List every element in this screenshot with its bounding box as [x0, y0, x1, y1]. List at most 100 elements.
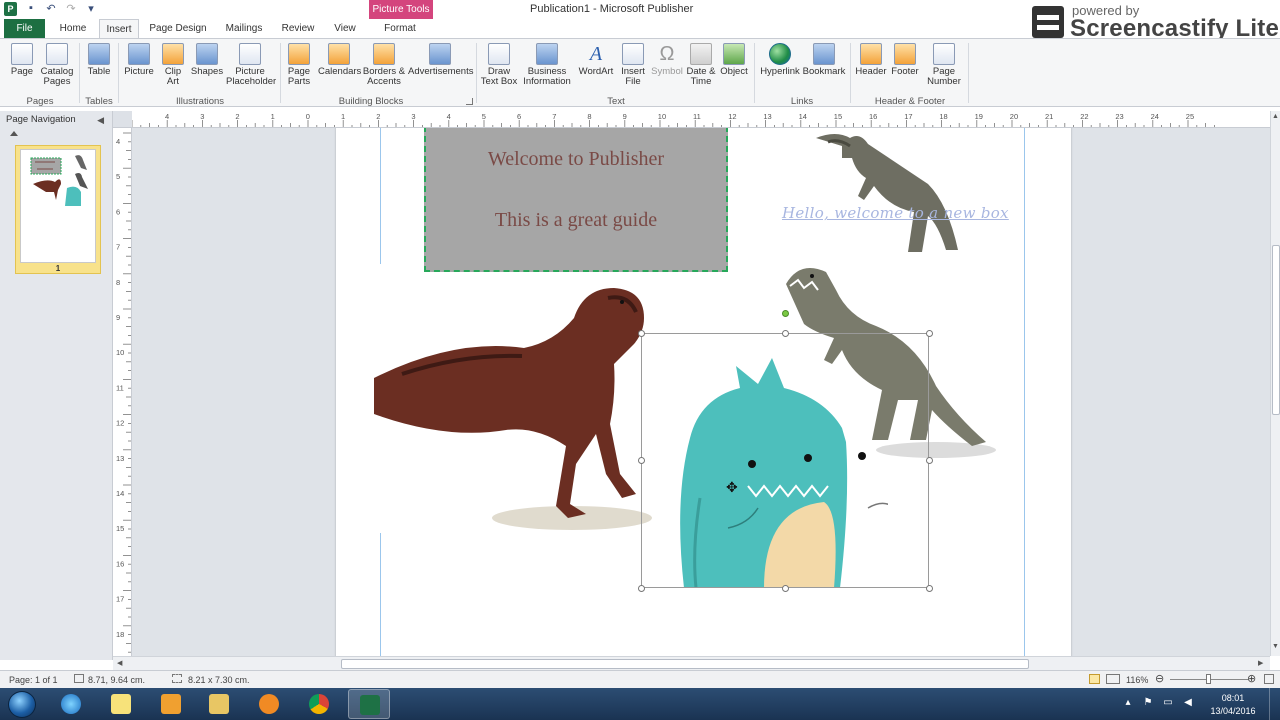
resize-handle-top-right[interactable]: [926, 330, 933, 337]
volume-icon[interactable]: ◀: [1182, 697, 1194, 709]
scroll-up-arrow-icon[interactable]: ▲: [1272, 113, 1279, 120]
taskbar-outlook[interactable]: [150, 689, 192, 719]
tab-page-design[interactable]: Page Design: [146, 19, 210, 38]
start-button-icon[interactable]: [8, 691, 36, 718]
rotation-handle[interactable]: [782, 310, 789, 317]
calendars-button[interactable]: Calendars: [318, 43, 361, 77]
clip-art-button[interactable]: Clip Art: [160, 43, 186, 87]
tab-home[interactable]: Home: [55, 19, 91, 38]
footer-button[interactable]: Footer: [888, 43, 922, 77]
sticky-notes-icon: [111, 694, 131, 714]
carnotaurus-image[interactable]: [372, 278, 672, 540]
ruler-corner[interactable]: [113, 111, 132, 128]
tab-mailings[interactable]: Mailings: [221, 19, 267, 38]
show-hidden-icons-icon[interactable]: ▴: [1122, 697, 1134, 709]
resize-handle-bottom[interactable]: [782, 585, 789, 592]
borders-accents-button[interactable]: Borders & Accents: [362, 43, 406, 87]
undo-icon[interactable]: ↶: [44, 2, 58, 17]
resize-handle-top[interactable]: [782, 330, 789, 337]
show-desktop-button[interactable]: [1269, 688, 1280, 720]
clock-date[interactable]: 13/04/2016: [1204, 706, 1262, 716]
zoom-out-icon[interactable]: ⊖: [1155, 672, 1164, 685]
collapse-pane-icon[interactable]: ◀: [97, 111, 104, 129]
page-parts-button[interactable]: Page Parts: [284, 43, 314, 87]
taskbar-sticky-notes[interactable]: [100, 689, 142, 719]
taskbar-media-player[interactable]: [248, 689, 290, 719]
ribbon-separator: [79, 43, 80, 103]
tab-format[interactable]: Format: [374, 19, 426, 38]
resize-handle-left[interactable]: [638, 457, 645, 464]
building-blocks-launcher-icon[interactable]: [466, 98, 473, 105]
trex-image-top[interactable]: [806, 128, 976, 260]
page-thumbnail[interactable]: 1: [15, 145, 101, 274]
tab-insert[interactable]: Insert: [99, 19, 139, 38]
page-button[interactable]: Page: [7, 43, 37, 77]
taskbar-publisher[interactable]: [348, 689, 390, 719]
tab-file[interactable]: File: [4, 19, 45, 38]
vertical-scroll-thumb[interactable]: [1272, 245, 1280, 415]
resize-handle-right[interactable]: [926, 457, 933, 464]
zoom-in-icon[interactable]: ⊕: [1247, 672, 1256, 685]
clock-time[interactable]: 08:01: [1208, 693, 1258, 703]
resize-handle-top-left[interactable]: [638, 330, 645, 337]
symbol-button[interactable]: Ω Symbol: [650, 43, 684, 77]
two-page-view-icon[interactable]: [1106, 674, 1120, 684]
hello-text[interactable]: Hello, welcome to a new box: [782, 204, 1009, 222]
picture-selection-frame[interactable]: [641, 333, 929, 588]
fit-page-icon[interactable]: [1264, 674, 1274, 684]
publisher-app-icon[interactable]: P: [4, 2, 17, 16]
scroll-right-arrow-icon[interactable]: ▶: [1258, 659, 1263, 667]
scroll-down-arrow-icon[interactable]: ▼: [1272, 643, 1279, 650]
picture-placeholder-button[interactable]: Picture Placeholder: [226, 43, 276, 87]
redo-icon[interactable]: ↷: [64, 2, 78, 17]
document-workspace[interactable]: Hello, welcome to a new box Welcome to P…: [132, 128, 1270, 656]
business-information-button[interactable]: Business Information: [518, 43, 576, 87]
page-number-button[interactable]: Page Number: [924, 43, 964, 87]
ruler-label: 4: [116, 137, 120, 146]
horizontal-ruler[interactable]: 4 3 2 1 0 1 2 3 4 5 6 7 8 9 10 11 12 13 14 15 16 17 18 19 20 21 22…: [132, 111, 1270, 128]
hyperlink-button[interactable]: Hyperlink: [758, 43, 802, 77]
status-bar: Page: 1 of 1 8.71, 9.64 cm. 8.21 x 7.30 …: [0, 670, 1280, 688]
page-indicator[interactable]: Page: 1 of 1: [9, 675, 58, 685]
tab-view[interactable]: View: [329, 19, 361, 38]
textbox-line-2: This is a great guide: [494, 209, 658, 231]
scroll-left-arrow-icon[interactable]: ◀: [117, 659, 122, 667]
vertical-ruler[interactable]: 4 5 6 7 8 9 10 11 12 13 14 15 16 17 18: [113, 128, 132, 656]
ruler-label: 17: [904, 112, 912, 121]
group-label-tables: Tables: [85, 96, 113, 107]
section-expand-icon[interactable]: [10, 131, 18, 136]
taskbar-chrome[interactable]: [298, 689, 340, 719]
ribbon-separator: [754, 43, 755, 103]
page-navigation-header: Page Navigation ◀: [0, 111, 112, 129]
single-page-view-icon[interactable]: [1089, 674, 1100, 684]
object-button[interactable]: Object: [718, 43, 750, 77]
draw-text-box-button[interactable]: Draw Text Box: [480, 43, 518, 87]
tab-review[interactable]: Review: [278, 19, 318, 38]
horizontal-scroll-thumb[interactable]: [341, 659, 1029, 669]
header-button[interactable]: Header: [854, 43, 888, 77]
wordart-button[interactable]: A WordArt: [578, 43, 614, 77]
ruler-label: 24: [1151, 112, 1159, 121]
save-icon[interactable]: ▪: [24, 2, 38, 17]
welcome-textbox[interactable]: Welcome to Publisher This is a great gui…: [424, 128, 728, 272]
picture-button[interactable]: Picture: [123, 43, 155, 77]
taskbar-file-explorer[interactable]: [198, 689, 240, 719]
table-button[interactable]: Table: [84, 43, 114, 77]
insert-file-button[interactable]: Insert File: [618, 43, 648, 87]
zoom-level[interactable]: 116%: [1126, 675, 1148, 685]
resize-handle-bottom-right[interactable]: [926, 585, 933, 592]
customize-qat-icon[interactable]: ▾: [84, 2, 98, 17]
network-icon[interactable]: ▭: [1162, 697, 1174, 709]
action-center-flag-icon[interactable]: ⚑: [1142, 697, 1154, 709]
shapes-button[interactable]: Shapes: [190, 43, 224, 77]
zoom-slider-thumb[interactable]: [1206, 674, 1211, 684]
advertisements-button[interactable]: Advertisements: [408, 43, 473, 77]
publication-page[interactable]: Hello, welcome to a new box Welcome to P…: [336, 128, 1071, 656]
date-time-button[interactable]: Date & Time: [686, 43, 716, 87]
vertical-scrollbar[interactable]: ▲ ▼: [1270, 111, 1280, 656]
resize-handle-bottom-left[interactable]: [638, 585, 645, 592]
catalog-pages-button[interactable]: Catalog Pages: [39, 43, 75, 87]
horizontal-scrollbar[interactable]: ◀ ▶: [113, 656, 1270, 670]
bookmark-button[interactable]: Bookmark: [802, 43, 846, 77]
taskbar-internet-explorer[interactable]: [50, 689, 92, 719]
